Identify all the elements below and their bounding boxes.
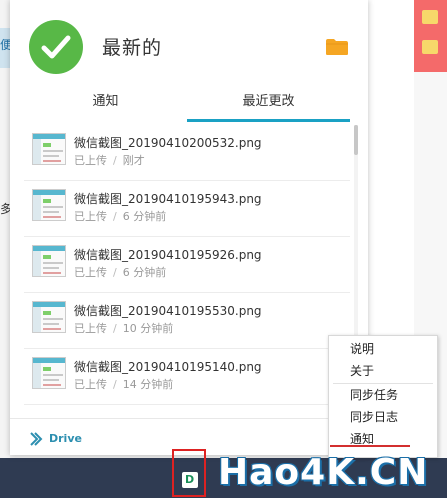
file-thumbnail <box>32 357 66 389</box>
active-tab-indicator <box>187 119 350 122</box>
file-thumbnail <box>32 301 66 333</box>
panel-title: 最新的 <box>102 37 163 59</box>
file-list-item[interactable]: 微信截图_20190410195530.png 已上传/10 分钟前 <box>10 293 356 349</box>
menu-item-help[interactable]: 说明 <box>329 338 437 360</box>
drive-popup-panel: 最新的 通知 最近更改 微信截图_20190410200532.png 已上传 /… <box>10 0 368 455</box>
background-app-icon <box>422 40 438 54</box>
background-app-edge <box>414 0 447 72</box>
file-status: 已上传/6 分钟前 <box>74 210 167 223</box>
file-name: 微信截图_20190410195530.png <box>74 304 262 318</box>
menu-item-sync-log[interactable]: 同步日志 <box>329 406 437 428</box>
recent-files-list: 微信截图_20190410200532.png 已上传 / 刚才 微信截图_2019… <box>10 125 356 415</box>
tray-context-menu: 说明 关于 同步任务 同步日志 通知 <box>328 335 438 458</box>
file-status: 已上传 / 刚才 <box>74 154 145 167</box>
tab-recent-changes[interactable]: 最近更改 <box>187 88 350 122</box>
tab-notifications[interactable]: 通知 <box>24 88 187 122</box>
file-name: 微信截图_20190410195140.png <box>74 360 262 374</box>
drive-icon <box>30 432 43 446</box>
file-list-item[interactable]: 微信截图_20190410195140.png 已上传/14 分钟前 <box>10 349 356 405</box>
file-status: 已上传/10 分钟前 <box>74 322 174 335</box>
file-status: 已上传/14 分钟前 <box>74 378 174 391</box>
file-list-item[interactable]: 微信截图_20190410200532.png 已上传 / 刚才 <box>10 125 356 181</box>
divider <box>24 404 350 405</box>
file-name: 微信截图_20190410195926.png <box>74 248 262 262</box>
synology-drive-tray-icon[interactable]: D <box>182 472 198 488</box>
upload-time: 6 分钟前 <box>122 210 167 223</box>
file-thumbnail <box>32 189 66 221</box>
upload-status: 已上传 <box>74 378 107 391</box>
file-status: 已上传/6 分钟前 <box>74 266 167 279</box>
folder-icon[interactable] <box>326 38 348 56</box>
file-list-item[interactable]: 微信截图_20190410195926.png 已上传/6 分钟前 <box>10 237 356 293</box>
file-thumbnail <box>32 245 66 277</box>
background-text-fragment: 便 <box>0 38 10 52</box>
background-app-icon <box>422 10 438 24</box>
upload-status: 已上传 <box>74 210 107 223</box>
file-name: 微信截图_20190410200532.png <box>74 136 262 150</box>
watermark: Hao4K.CN <box>214 446 447 498</box>
menu-item-about[interactable]: 关于 <box>329 360 437 382</box>
menu-item-sync-tasks[interactable]: 同步任务 <box>329 384 437 406</box>
upload-time: 10 分钟前 <box>122 322 174 335</box>
scrollbar-thumb[interactable] <box>354 125 358 155</box>
check-icon <box>29 20 83 74</box>
file-name: 微信截图_20190410195943.png <box>74 192 262 206</box>
file-thumbnail <box>32 133 66 165</box>
tab-bar: 通知 最近更改 <box>24 88 350 122</box>
background-text-fragment: 多 <box>0 202 10 216</box>
drive-link[interactable]: Drive <box>49 432 82 445</box>
watermark-text: Hao4K.CN <box>218 452 429 493</box>
file-list-item[interactable]: 微信截图_20190410195943.png 已上传/6 分钟前 <box>10 181 356 237</box>
panel-header: 最新的 <box>10 0 368 88</box>
upload-time: 6 分钟前 <box>122 266 167 279</box>
upload-status: 已上传 <box>74 154 107 167</box>
upload-time: 14 分钟前 <box>122 378 174 391</box>
upload-status: 已上传 <box>74 266 107 279</box>
upload-time: 刚才 <box>122 154 145 167</box>
upload-status: 已上传 <box>74 322 107 335</box>
